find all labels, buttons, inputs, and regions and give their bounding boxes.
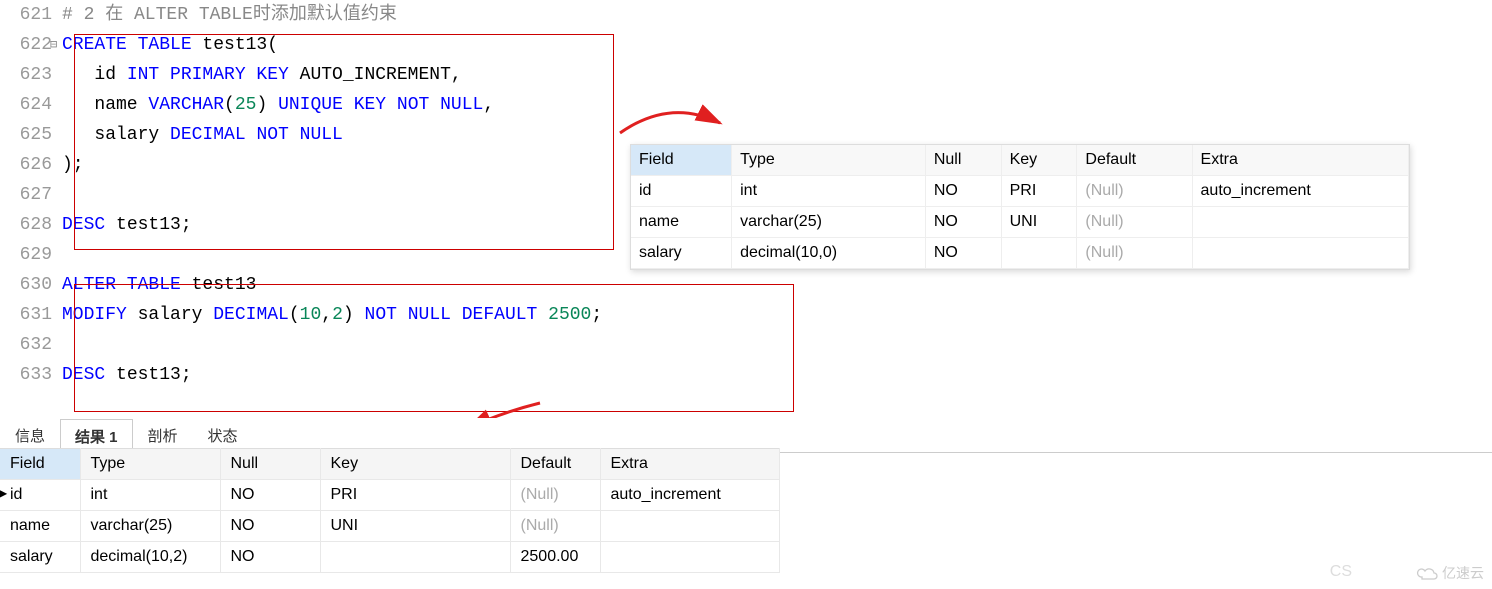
popup-header: Type xyxy=(732,145,926,176)
table-row: idintNOPRI(Null)auto_increment xyxy=(631,176,1409,207)
line-number: 626 xyxy=(0,150,62,180)
popup-header: Null xyxy=(925,145,1001,176)
line-number: 628 xyxy=(0,210,62,240)
cloud-icon xyxy=(1416,566,1438,580)
line-number: 627 xyxy=(0,180,62,210)
line-number: 630 xyxy=(0,270,62,300)
line-number: 633 xyxy=(0,360,62,390)
results-header[interactable]: Key xyxy=(320,449,510,480)
popup-header: Field xyxy=(631,145,732,176)
code-line[interactable]: 624 name VARCHAR(25) UNIQUE KEY NOT NULL… xyxy=(0,90,1492,120)
code-line[interactable]: 633DESC test13; xyxy=(0,360,1492,390)
line-number: 623 xyxy=(0,60,62,90)
code-line[interactable]: 623 id INT PRIMARY KEY AUTO_INCREMENT, xyxy=(0,60,1492,90)
results-header[interactable]: Type xyxy=(80,449,220,480)
line-number: 625 xyxy=(0,120,62,150)
results-header[interactable]: Default xyxy=(510,449,600,480)
tab-2[interactable]: 剖析 xyxy=(133,418,193,452)
table-row[interactable]: salarydecimal(10,2)NO2500.00 xyxy=(0,542,780,573)
line-number: 629 xyxy=(0,240,62,270)
popup-header: Default xyxy=(1077,145,1192,176)
line-number: 631 xyxy=(0,300,62,330)
watermark-brand: 亿速云 xyxy=(1416,563,1484,583)
table-row[interactable]: ▶idintNOPRI(Null)auto_increment xyxy=(0,480,780,511)
table-row: salarydecimal(10,0)NO(Null) xyxy=(631,238,1409,269)
results-header[interactable]: Null xyxy=(220,449,320,480)
fold-toggle-icon[interactable]: ⊟ xyxy=(50,30,57,60)
results-header[interactable]: Field xyxy=(0,449,80,480)
table-row[interactable]: namevarchar(25)NOUNI(Null) xyxy=(0,511,780,542)
popup-header: Key xyxy=(1001,145,1077,176)
results-header[interactable]: Extra xyxy=(600,449,780,480)
line-number: 621 xyxy=(0,0,62,30)
tab-3[interactable]: 状态 xyxy=(193,418,253,452)
code-line[interactable]: 631MODIFY salary DECIMAL(10,2) NOT NULL … xyxy=(0,300,1492,330)
line-number: 624 xyxy=(0,90,62,120)
code-line[interactable]: 632 xyxy=(0,330,1492,360)
results-grid[interactable]: FieldTypeNullKeyDefaultExtra▶idintNOPRI(… xyxy=(0,448,780,573)
popup-header: Extra xyxy=(1192,145,1408,176)
watermark-cs: CS xyxy=(1330,563,1352,581)
desc-popup-table: FieldTypeNullKeyDefaultExtraidintNOPRI(N… xyxy=(630,144,1410,270)
code-line[interactable]: 621# 2 在 ALTER TABLE时添加默认值约束 xyxy=(0,0,1492,30)
row-marker-icon: ▶ xyxy=(0,486,7,500)
line-number: 632 xyxy=(0,330,62,360)
code-line[interactable]: 622⊟CREATE TABLE test13( xyxy=(0,30,1492,60)
code-line[interactable]: 630ALTER TABLE test13 xyxy=(0,270,1492,300)
table-row: namevarchar(25)NOUNI(Null) xyxy=(631,207,1409,238)
tab-0[interactable]: 信息 xyxy=(0,418,60,452)
